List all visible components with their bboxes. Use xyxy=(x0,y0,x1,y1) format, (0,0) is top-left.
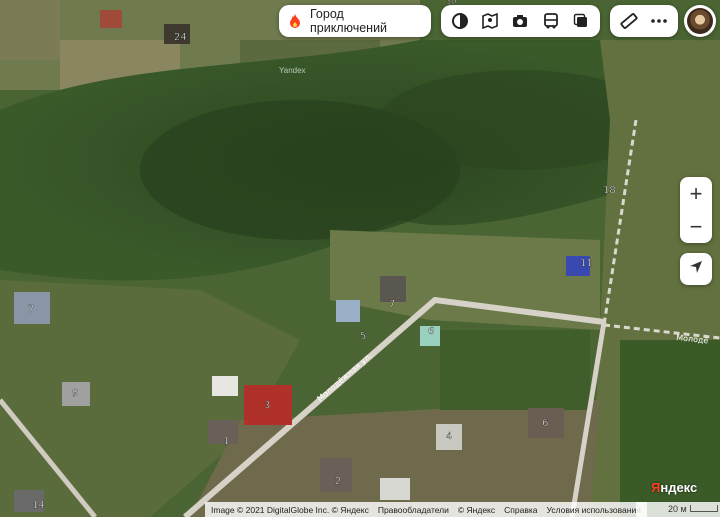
house-number: 11 xyxy=(580,258,593,269)
house-number: 1 xyxy=(223,436,229,447)
house-number: 4 xyxy=(446,431,452,442)
house-number: 7 xyxy=(389,299,395,310)
house-number: 9 xyxy=(72,388,78,399)
yandex-logo[interactable]: Яндекс xyxy=(651,480,697,495)
scale-ruler xyxy=(690,505,718,512)
more-icon[interactable] xyxy=(646,8,672,34)
yandex-link[interactable]: © Яндекс xyxy=(458,505,495,515)
house-number: 6 xyxy=(542,418,548,429)
layers-toolbar xyxy=(441,5,600,37)
atlas-icon[interactable] xyxy=(477,8,503,34)
promo-label: Город приключений xyxy=(310,7,388,35)
copyright-bar: Image © 2021 DigitalGlobe Inc. © Яндекс … xyxy=(205,502,647,517)
scale-label: 20 м xyxy=(668,504,687,514)
camera-icon[interactable] xyxy=(507,8,533,34)
zoom-in-button[interactable]: + xyxy=(680,177,712,210)
satellite-map[interactable]: 24 30 18 11 7 7 5 6 9 3 1 4 6 2 14 Молод… xyxy=(0,0,720,517)
geolocation-button[interactable] xyxy=(680,253,712,285)
user-avatar[interactable] xyxy=(684,5,716,37)
house-number: 2 xyxy=(335,476,341,487)
navigation-arrow-icon xyxy=(688,259,704,280)
avatar-image xyxy=(687,8,713,34)
ruler-icon[interactable] xyxy=(616,8,642,34)
promo-button[interactable]: Город приключений xyxy=(279,5,431,37)
house-number: 5 xyxy=(360,331,366,342)
bus-icon[interactable] xyxy=(538,8,564,34)
help-link[interactable]: Справка xyxy=(504,505,537,515)
house-number: 6 xyxy=(428,326,434,337)
copyright-text: Image © 2021 DigitalGlobe Inc. © Яндекс xyxy=(211,504,369,515)
tools-toolbar xyxy=(610,5,678,37)
house-number: 14 xyxy=(32,500,45,511)
zoom-control: + − xyxy=(680,177,712,243)
rights-link[interactable]: Правообладатели xyxy=(378,505,449,515)
house-number: 24 xyxy=(174,32,187,43)
copy-icon[interactable] xyxy=(568,8,594,34)
scale-bar: 20 м xyxy=(636,502,720,517)
zoom-out-button[interactable]: − xyxy=(680,210,712,243)
terms-link[interactable]: Условия использования xyxy=(546,505,640,515)
house-number: 7 xyxy=(28,304,34,315)
layers-icon[interactable] xyxy=(447,8,473,34)
house-number: 3 xyxy=(264,400,270,411)
map-watermark: Yandex xyxy=(279,66,306,75)
house-number: 18 xyxy=(603,185,616,196)
fire-icon xyxy=(287,13,303,29)
